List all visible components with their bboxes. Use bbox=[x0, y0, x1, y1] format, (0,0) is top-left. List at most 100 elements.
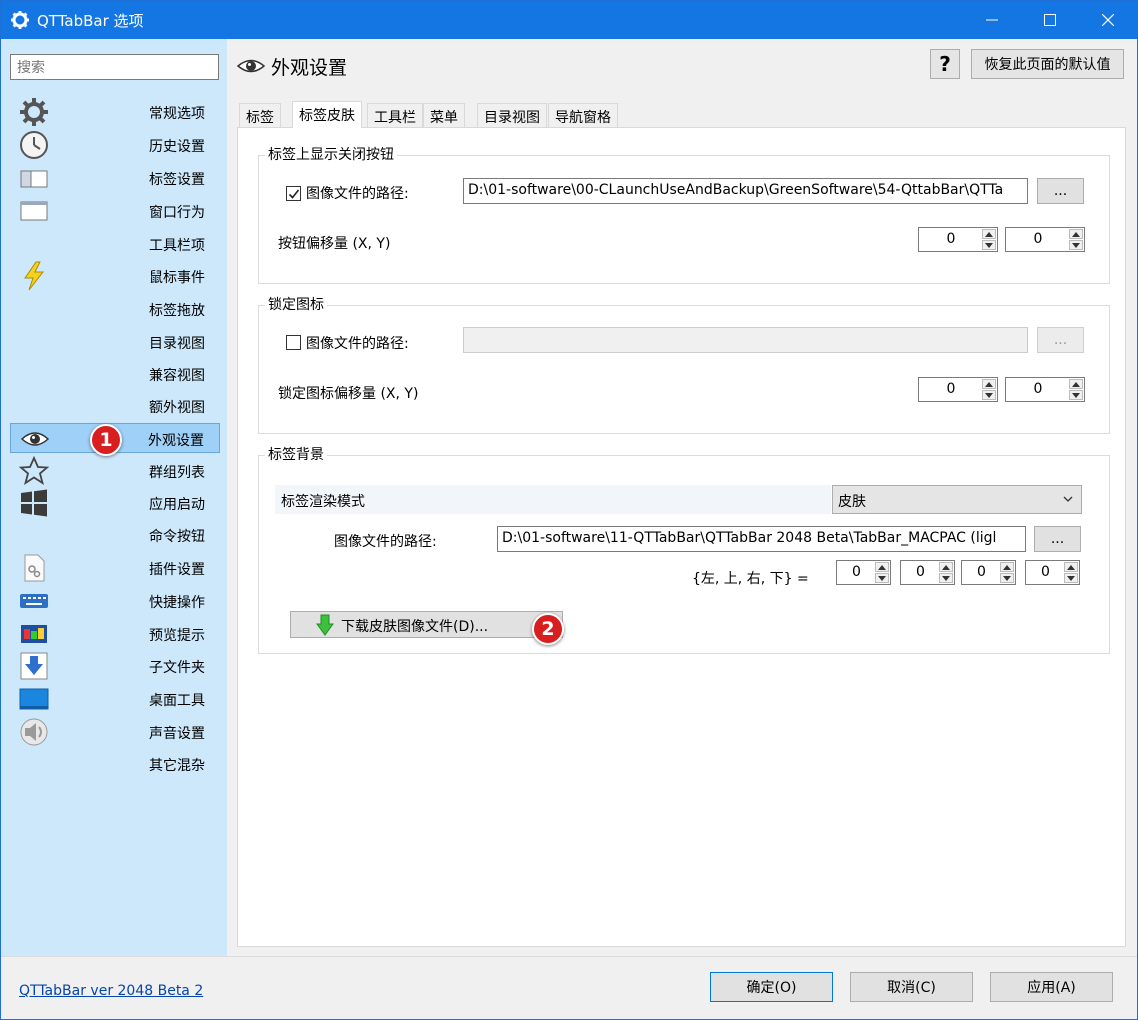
maximize-button[interactable] bbox=[1021, 1, 1079, 39]
spin-up-icon[interactable] bbox=[875, 562, 889, 572]
tab-nav-pane[interactable]: 导航窗格 bbox=[548, 103, 618, 127]
tab-tabs[interactable]: 标签 bbox=[239, 103, 281, 127]
sidebar-item-directory-view[interactable]: 目录视图 bbox=[10, 327, 220, 357]
margin-top-stepper[interactable]: 0 bbox=[900, 560, 955, 585]
footer: QTTabBar ver 2048 Beta 2 确定(O) 取消(C) 应用(… bbox=[1, 956, 1137, 1019]
apply-button[interactable]: 应用(A) bbox=[990, 972, 1113, 1002]
lock-offset-y-stepper[interactable]: 0 bbox=[1005, 377, 1085, 402]
spin-down-icon[interactable] bbox=[982, 240, 996, 250]
sidebar-item-window-behavior[interactable]: 窗口行为 bbox=[10, 196, 220, 226]
sidebar-item-label: 鼠标事件 bbox=[149, 270, 205, 286]
gear-icon bbox=[18, 97, 50, 127]
group-title: 标签上显示关闭按钮 bbox=[265, 144, 397, 164]
stepper-value: 0 bbox=[1033, 381, 1043, 397]
bg-image-path-label: 图像文件的路径: bbox=[334, 534, 437, 550]
close-offset-label: 按钮偏移量 (X, Y) bbox=[278, 236, 391, 252]
margin-right-stepper[interactable]: 0 bbox=[961, 560, 1016, 585]
sidebar-item-extra-view[interactable]: 额外视图 bbox=[10, 391, 220, 421]
stepper-value: 0 bbox=[1033, 231, 1043, 247]
sidebar-item-shortcuts[interactable]: 快捷操作 bbox=[10, 586, 220, 616]
stepper-value: 0 bbox=[977, 564, 986, 580]
margin-bottom-stepper[interactable]: 0 bbox=[1025, 560, 1080, 585]
lock-image-path-checkbox[interactable] bbox=[286, 335, 301, 350]
spin-down-icon[interactable] bbox=[1069, 390, 1083, 400]
options-window: QTTabBar 选项 常规选项 历史设置 bbox=[0, 0, 1138, 1020]
sidebar: 常规选项 历史设置 标签设置 窗口行为 工具栏项 bbox=[1, 39, 227, 956]
chevron-down-icon bbox=[1063, 496, 1073, 502]
download-skin-button[interactable]: 下载皮肤图像文件(D)... bbox=[290, 611, 563, 638]
sidebar-item-label: 声音设置 bbox=[149, 726, 205, 742]
sidebar-item-history[interactable]: 历史设置 bbox=[10, 130, 220, 160]
bg-image-browse-button[interactable]: ... bbox=[1034, 526, 1081, 552]
help-button[interactable]: ? bbox=[930, 49, 960, 79]
sidebar-item-desktop-tools[interactable]: 桌面工具 bbox=[10, 684, 220, 714]
sidebar-item-label: 额外视图 bbox=[149, 400, 205, 416]
margin-left-stepper[interactable]: 0 bbox=[836, 560, 891, 585]
sidebar-item-misc[interactable]: 其它混杂 bbox=[10, 749, 220, 779]
lock-image-path-input[interactable] bbox=[463, 327, 1028, 353]
tab-toolbar[interactable]: 工具栏 bbox=[367, 103, 423, 127]
cancel-button[interactable]: 取消(C) bbox=[850, 972, 973, 1002]
checkmark-icon bbox=[288, 189, 299, 199]
close-icon bbox=[1102, 14, 1114, 26]
close-image-browse-button[interactable]: ... bbox=[1037, 178, 1084, 204]
sidebar-item-tab-drag[interactable]: 标签拖放 bbox=[10, 294, 220, 324]
tab-tab-skin[interactable]: 标签皮肤 bbox=[292, 101, 362, 128]
ok-button[interactable]: 确定(O) bbox=[710, 972, 833, 1002]
lock-image-browse-button[interactable]: ... bbox=[1037, 327, 1084, 353]
close-offset-y-stepper[interactable]: 0 bbox=[1005, 227, 1085, 252]
close-offset-x-stepper[interactable]: 0 bbox=[918, 227, 998, 252]
sidebar-item-label: 标签设置 bbox=[149, 172, 205, 188]
sidebar-item-label: 兼容视图 bbox=[149, 368, 205, 384]
render-mode-select[interactable]: 皮肤 bbox=[832, 485, 1082, 514]
close-button-group: 标签上显示关闭按钮 图像文件的路径: D:\01-software\00-CLa… bbox=[258, 144, 1110, 284]
sidebar-item-app-launcher[interactable]: 应用启动 bbox=[10, 488, 220, 518]
sidebar-item-compat-view[interactable]: 兼容视图 bbox=[10, 359, 220, 389]
spin-down-icon[interactable] bbox=[875, 573, 889, 583]
sidebar-item-sound[interactable]: 声音设置 bbox=[10, 717, 220, 747]
stepper-value: 0 bbox=[852, 564, 861, 580]
minimize-button[interactable] bbox=[963, 1, 1021, 39]
close-image-path-label: 图像文件的路径: bbox=[306, 186, 409, 202]
search-input[interactable] bbox=[10, 54, 219, 80]
sidebar-item-mouse-events[interactable]: 鼠标事件 bbox=[10, 261, 220, 291]
version-link[interactable]: QTTabBar ver 2048 Beta 2 bbox=[19, 983, 203, 999]
sidebar-item-plugins[interactable]: 插件设置 bbox=[10, 553, 220, 583]
tab-directory-view[interactable]: 目录视图 bbox=[477, 103, 547, 127]
sidebar-item-subfolders[interactable]: 子文件夹 bbox=[10, 651, 220, 681]
spin-down-icon[interactable] bbox=[1069, 240, 1083, 250]
stepper-value: 0 bbox=[916, 564, 925, 580]
sidebar-item-tabs[interactable]: 标签设置 bbox=[10, 163, 220, 193]
sidebar-item-group-list[interactable]: 群组列表 bbox=[10, 456, 220, 486]
spin-up-icon[interactable] bbox=[982, 229, 996, 239]
spin-up-icon[interactable] bbox=[1064, 562, 1078, 572]
spin-up-icon[interactable] bbox=[1069, 379, 1083, 389]
star-icon bbox=[18, 456, 50, 486]
spin-up-icon[interactable] bbox=[1069, 229, 1083, 239]
annotation-badge: 2 bbox=[532, 613, 564, 645]
spin-up-icon[interactable] bbox=[939, 562, 953, 572]
sidebar-item-command-buttons[interactable]: 命令按钮 bbox=[10, 520, 220, 550]
spin-up-icon[interactable] bbox=[982, 379, 996, 389]
spin-down-icon[interactable] bbox=[939, 573, 953, 583]
sidebar-item-preview-tips[interactable]: 预览提示 bbox=[10, 619, 220, 649]
spin-down-icon[interactable] bbox=[1000, 573, 1014, 583]
spin-down-icon[interactable] bbox=[982, 390, 996, 400]
reset-defaults-button[interactable]: 恢复此页面的默认值 bbox=[971, 49, 1124, 79]
download-skin-label: 下载皮肤图像文件(D)... bbox=[341, 619, 489, 635]
sidebar-item-toolbar[interactable]: 工具栏项 bbox=[10, 229, 220, 259]
sidebar-item-general[interactable]: 常规选项 bbox=[10, 97, 220, 127]
close-image-path-input[interactable]: D:\01-software\00-CLaunchUseAndBackup\Gr… bbox=[463, 178, 1028, 204]
stepper-value: 0 bbox=[1041, 564, 1050, 580]
close-image-path-checkbox[interactable] bbox=[286, 186, 301, 201]
margins-label: {左, 上, 右, 下} = bbox=[692, 571, 809, 587]
tab-menu[interactable]: 菜单 bbox=[423, 103, 465, 127]
download-arrow-icon bbox=[18, 651, 50, 681]
spin-down-icon[interactable] bbox=[1064, 573, 1078, 583]
close-button[interactable] bbox=[1079, 1, 1137, 39]
bg-image-path-input[interactable]: D:\01-software\11-QTTabBar\QTTabBar 2048… bbox=[497, 526, 1026, 552]
gear-icon bbox=[11, 11, 29, 29]
lock-offset-x-stepper[interactable]: 0 bbox=[918, 377, 998, 402]
tab-background-group: 标签背景 标签渲染模式 皮肤 图像文件的路径: D:\01-software\1… bbox=[258, 444, 1110, 654]
spin-up-icon[interactable] bbox=[1000, 562, 1014, 572]
